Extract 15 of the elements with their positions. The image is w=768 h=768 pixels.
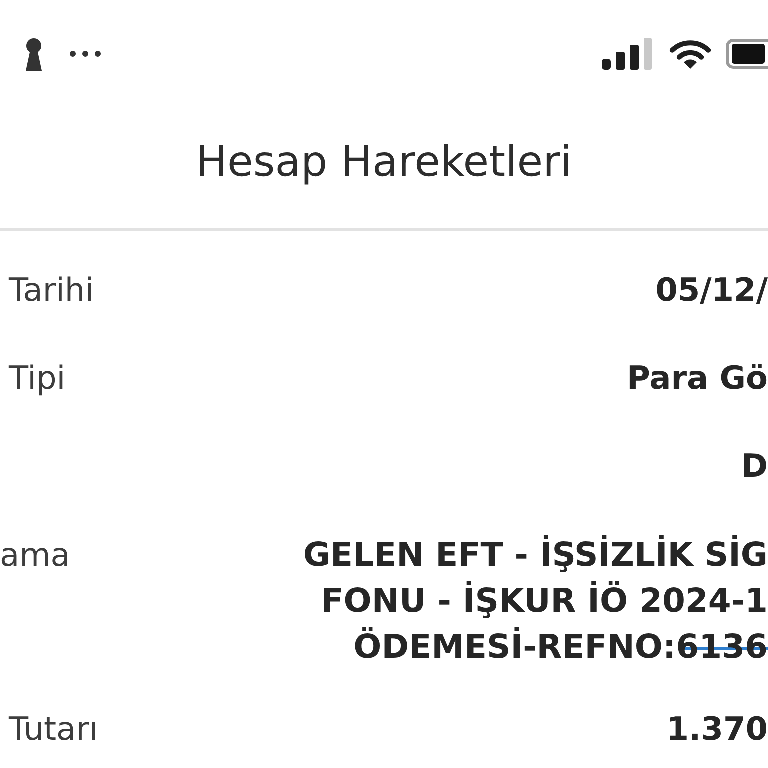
field-label: ama: [0, 535, 70, 576]
wifi-icon: [669, 38, 712, 70]
signal-icon: [602, 38, 652, 70]
description-text: GELEN EFT - İŞSİZLİK SİG FONU - İŞKUR İÖ 2024-1 ÖDEMESİ-REFNO:6136: [303, 532, 768, 670]
field-value: Para Gö: [627, 358, 768, 398]
field-value: D: [741, 446, 768, 486]
keyhole-icon: [24, 38, 44, 70]
field-label: Tutarı: [8, 709, 98, 749]
battery-icon: [726, 39, 768, 69]
field-label: Tarihi: [8, 270, 94, 310]
field-label: Tipi: [8, 358, 66, 398]
page-title: Hesap Hareketleri: [196, 136, 572, 188]
field-value: 1.370: [666, 709, 768, 749]
field-value: 05/12/: [656, 270, 768, 310]
more-dots-icon[interactable]: [70, 51, 101, 57]
